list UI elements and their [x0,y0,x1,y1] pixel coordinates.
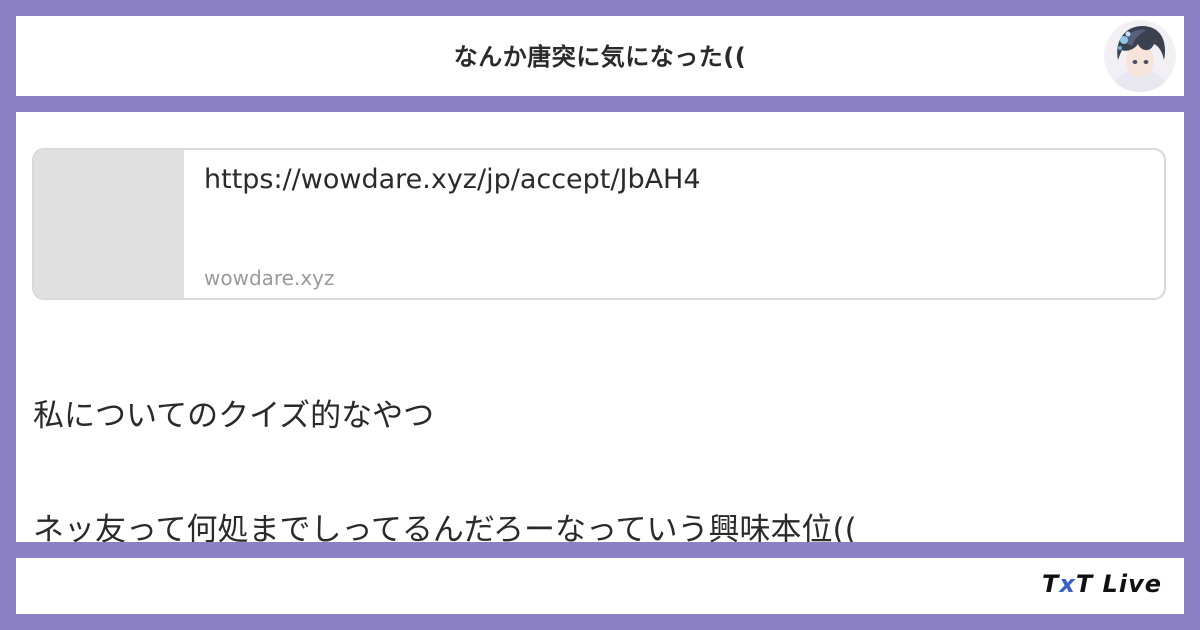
body-line-1: 私についてのクイズ的なやつ [33,398,435,434]
main-content: https://wowdare.xyz/jp/accept/JbAH4 wowd… [16,112,1184,542]
link-thumbnail [34,150,184,298]
link-url[interactable]: https://wowdare.xyz/jp/accept/JbAH4 [204,164,701,195]
page-title: なんか唐突に気になった(( [453,43,747,71]
brand-logo[interactable]: TxT Live [1042,570,1162,598]
link-preview-card[interactable]: https://wowdare.xyz/jp/accept/JbAH4 wowd… [32,148,1166,300]
link-domain: wowdare.xyz [204,266,335,290]
brand-t1: T [1041,570,1060,598]
footer: TxT Live [16,558,1184,614]
brand-t2: T [1075,570,1094,598]
header: なんか唐突に気になった(( [16,16,1184,96]
brand-live: Live [1093,570,1162,598]
brand-x: x [1059,570,1076,598]
avatar[interactable] [1104,20,1176,92]
body-line-2: ネッ友って何処までしってるんだろーなっていう興味本位(( [33,512,857,542]
avatar-image [1104,20,1176,92]
